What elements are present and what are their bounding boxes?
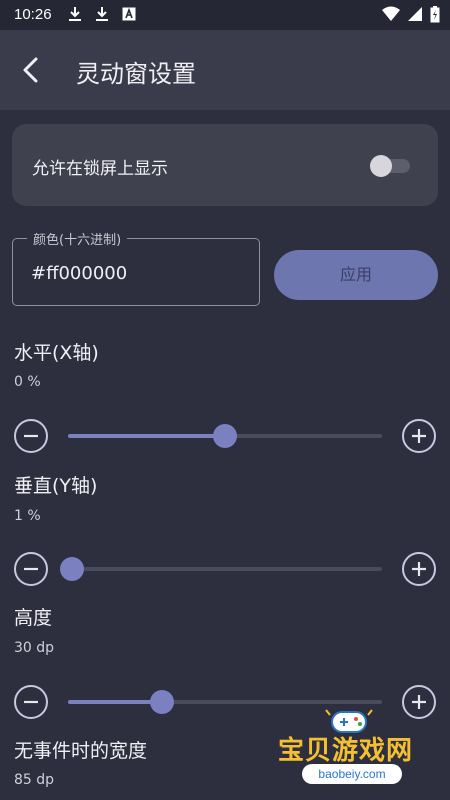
slider-knob[interactable] <box>60 557 84 581</box>
slider-value-y: 1 % <box>14 508 41 524</box>
color-hex-field[interactable]: 颜色(十六进制) #ff000000 <box>12 229 260 306</box>
accessibility-icon <box>122 6 136 26</box>
color-field-value[interactable]: #ff000000 <box>31 263 127 284</box>
status-time: 10:26 <box>14 6 52 23</box>
slider-value-idle-width: 85 dp <box>14 772 55 788</box>
increase-y-button[interactable] <box>402 552 436 586</box>
slider-title-x: 水平(X轴) <box>14 342 99 364</box>
plus-icon <box>412 562 426 576</box>
color-field-label: 颜色(十六进制) <box>27 229 128 248</box>
page-title: 灵动窗设置 <box>76 60 196 88</box>
slider-value-height: 30 dp <box>14 640 55 656</box>
apply-button[interactable]: 应用 <box>274 250 438 300</box>
minus-icon <box>24 700 38 704</box>
download-icon <box>68 6 82 26</box>
slider-knob[interactable] <box>150 690 175 714</box>
slider-fill <box>68 700 163 704</box>
lockscreen-label: 允许在锁屏上显示 <box>32 159 168 179</box>
back-arrow-icon[interactable] <box>14 50 54 90</box>
app-bar: 灵动窗设置 <box>0 30 450 110</box>
lockscreen-toggle[interactable] <box>370 154 410 177</box>
slider-knob[interactable] <box>213 424 237 448</box>
signal-icon <box>406 6 422 26</box>
slider-y[interactable] <box>60 557 382 581</box>
lockscreen-card[interactable]: 允许在锁屏上显示 <box>12 124 438 206</box>
watermark-text: 宝贝游戏网 <box>278 736 414 766</box>
watermark-url: baobeiy.com <box>302 764 402 784</box>
slider-rail <box>68 567 382 571</box>
decrease-y-button[interactable] <box>14 552 48 586</box>
decrease-x-button[interactable] <box>14 419 48 453</box>
slider-value-x: 0 % <box>14 374 41 390</box>
slider-title-y: 垂直(Y轴) <box>14 475 98 497</box>
wifi-icon <box>382 6 400 26</box>
watermark-logo: 宝贝游戏网 baobeiy.com <box>270 706 440 792</box>
slider-title-height: 高度 <box>14 607 53 629</box>
battery-icon <box>430 6 440 27</box>
status-bar: 10:26 <box>0 0 450 30</box>
minus-icon <box>24 567 38 571</box>
minus-icon <box>24 434 38 438</box>
slider-fill <box>68 434 225 438</box>
decrease-height-button[interactable] <box>14 685 48 719</box>
slider-title-idle-width: 无事件时的宽度 <box>14 740 148 762</box>
toggle-thumb <box>370 155 392 177</box>
plus-icon <box>412 429 426 443</box>
increase-x-button[interactable] <box>402 419 436 453</box>
slider-x[interactable] <box>68 424 382 448</box>
download-icon <box>95 6 109 26</box>
